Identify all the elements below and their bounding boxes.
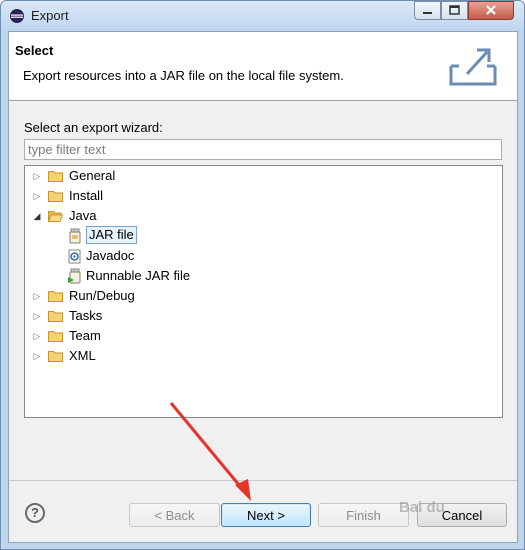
collapse-arrow-icon[interactable]: ◢: [31, 207, 43, 225]
folder-icon: [48, 191, 63, 202]
expand-arrow-icon[interactable]: ▷: [31, 187, 43, 205]
tree-item-label: Install: [69, 188, 103, 203]
folder-icon: [48, 171, 63, 182]
filter-input[interactable]: [24, 139, 502, 160]
minimize-button[interactable]: [414, 1, 441, 20]
tree-item-label: Runnable JAR file: [86, 268, 191, 283]
tree-item-run-debug[interactable]: ▷ Run/Debug: [25, 287, 495, 305]
tree-item-install[interactable]: ▷ Install: [25, 187, 495, 205]
tree-item-javadoc[interactable]: Javadoc: [25, 247, 495, 265]
page-title: Select: [15, 43, 54, 58]
back-button[interactable]: < Back: [129, 503, 220, 527]
folder-icon: [48, 351, 63, 362]
close-icon: [486, 5, 496, 15]
tree-item-label: Run/Debug: [69, 288, 135, 303]
expand-arrow-icon[interactable]: ▷: [31, 347, 43, 365]
expand-arrow-icon[interactable]: ▷: [31, 167, 43, 185]
tree-item-java[interactable]: ◢ Java: [25, 207, 495, 225]
eclipse-app-icon: [10, 9, 24, 23]
title-bar[interactable]: Export: [1, 1, 524, 31]
folder-icon: [48, 331, 63, 342]
tree-item-label: Team: [69, 328, 101, 343]
watermark: Bai du: [399, 499, 445, 516]
expand-arrow-icon[interactable]: ▷: [31, 287, 43, 305]
window-title: Export: [31, 8, 69, 23]
runnable-jar-icon: [68, 268, 81, 284]
footer-divider: [9, 480, 517, 481]
close-button[interactable]: [468, 1, 514, 20]
tree-item-label: General: [69, 168, 116, 183]
page-description: Export resources into a JAR file on the …: [23, 68, 344, 83]
maximize-icon: [449, 5, 460, 15]
tree-item-tasks[interactable]: ▷ Tasks: [25, 307, 495, 325]
tree-item-label: Tasks: [69, 308, 103, 323]
tree-item-general[interactable]: ▷ General: [25, 167, 495, 185]
folder-icon: [48, 291, 63, 302]
tree-item-team[interactable]: ▷ Team: [25, 327, 495, 345]
tree-item-label: Java: [69, 208, 97, 223]
dialog-client-area: Select Export resources into a JAR file …: [8, 31, 518, 543]
tree-item-runnable-jar-file[interactable]: Runnable JAR file: [25, 267, 495, 285]
next-button[interactable]: Next >: [221, 503, 311, 527]
maximize-button[interactable]: [441, 1, 468, 20]
tree-item-jar-file[interactable]: JAR file: [25, 226, 495, 245]
tree-item-label: JAR file: [86, 226, 137, 244]
wizard-tree[interactable]: ▷ General ▷ Install ◢ Java JAR file Java…: [24, 165, 503, 418]
tree-item-label: Javadoc: [86, 248, 135, 263]
minimize-icon: [423, 12, 432, 14]
expand-arrow-icon[interactable]: ▷: [31, 307, 43, 325]
folder-icon: [48, 311, 63, 322]
wizard-list-label: Select an export wizard:: [24, 120, 163, 135]
help-button[interactable]: ?: [25, 503, 45, 523]
folder-open-icon: [48, 211, 63, 222]
finish-button[interactable]: Finish: [318, 503, 409, 527]
tree-item-xml[interactable]: ▷ XML: [25, 347, 495, 365]
wizard-header: Select Export resources into a JAR file …: [9, 32, 517, 101]
javadoc-icon: [68, 249, 81, 264]
expand-arrow-icon[interactable]: ▷: [31, 327, 43, 345]
tree-item-label: XML: [69, 348, 96, 363]
jar-icon: [69, 228, 81, 244]
export-dialog: Export Select Export resources into a JA…: [0, 0, 525, 550]
export-wizard-icon: [449, 48, 497, 86]
